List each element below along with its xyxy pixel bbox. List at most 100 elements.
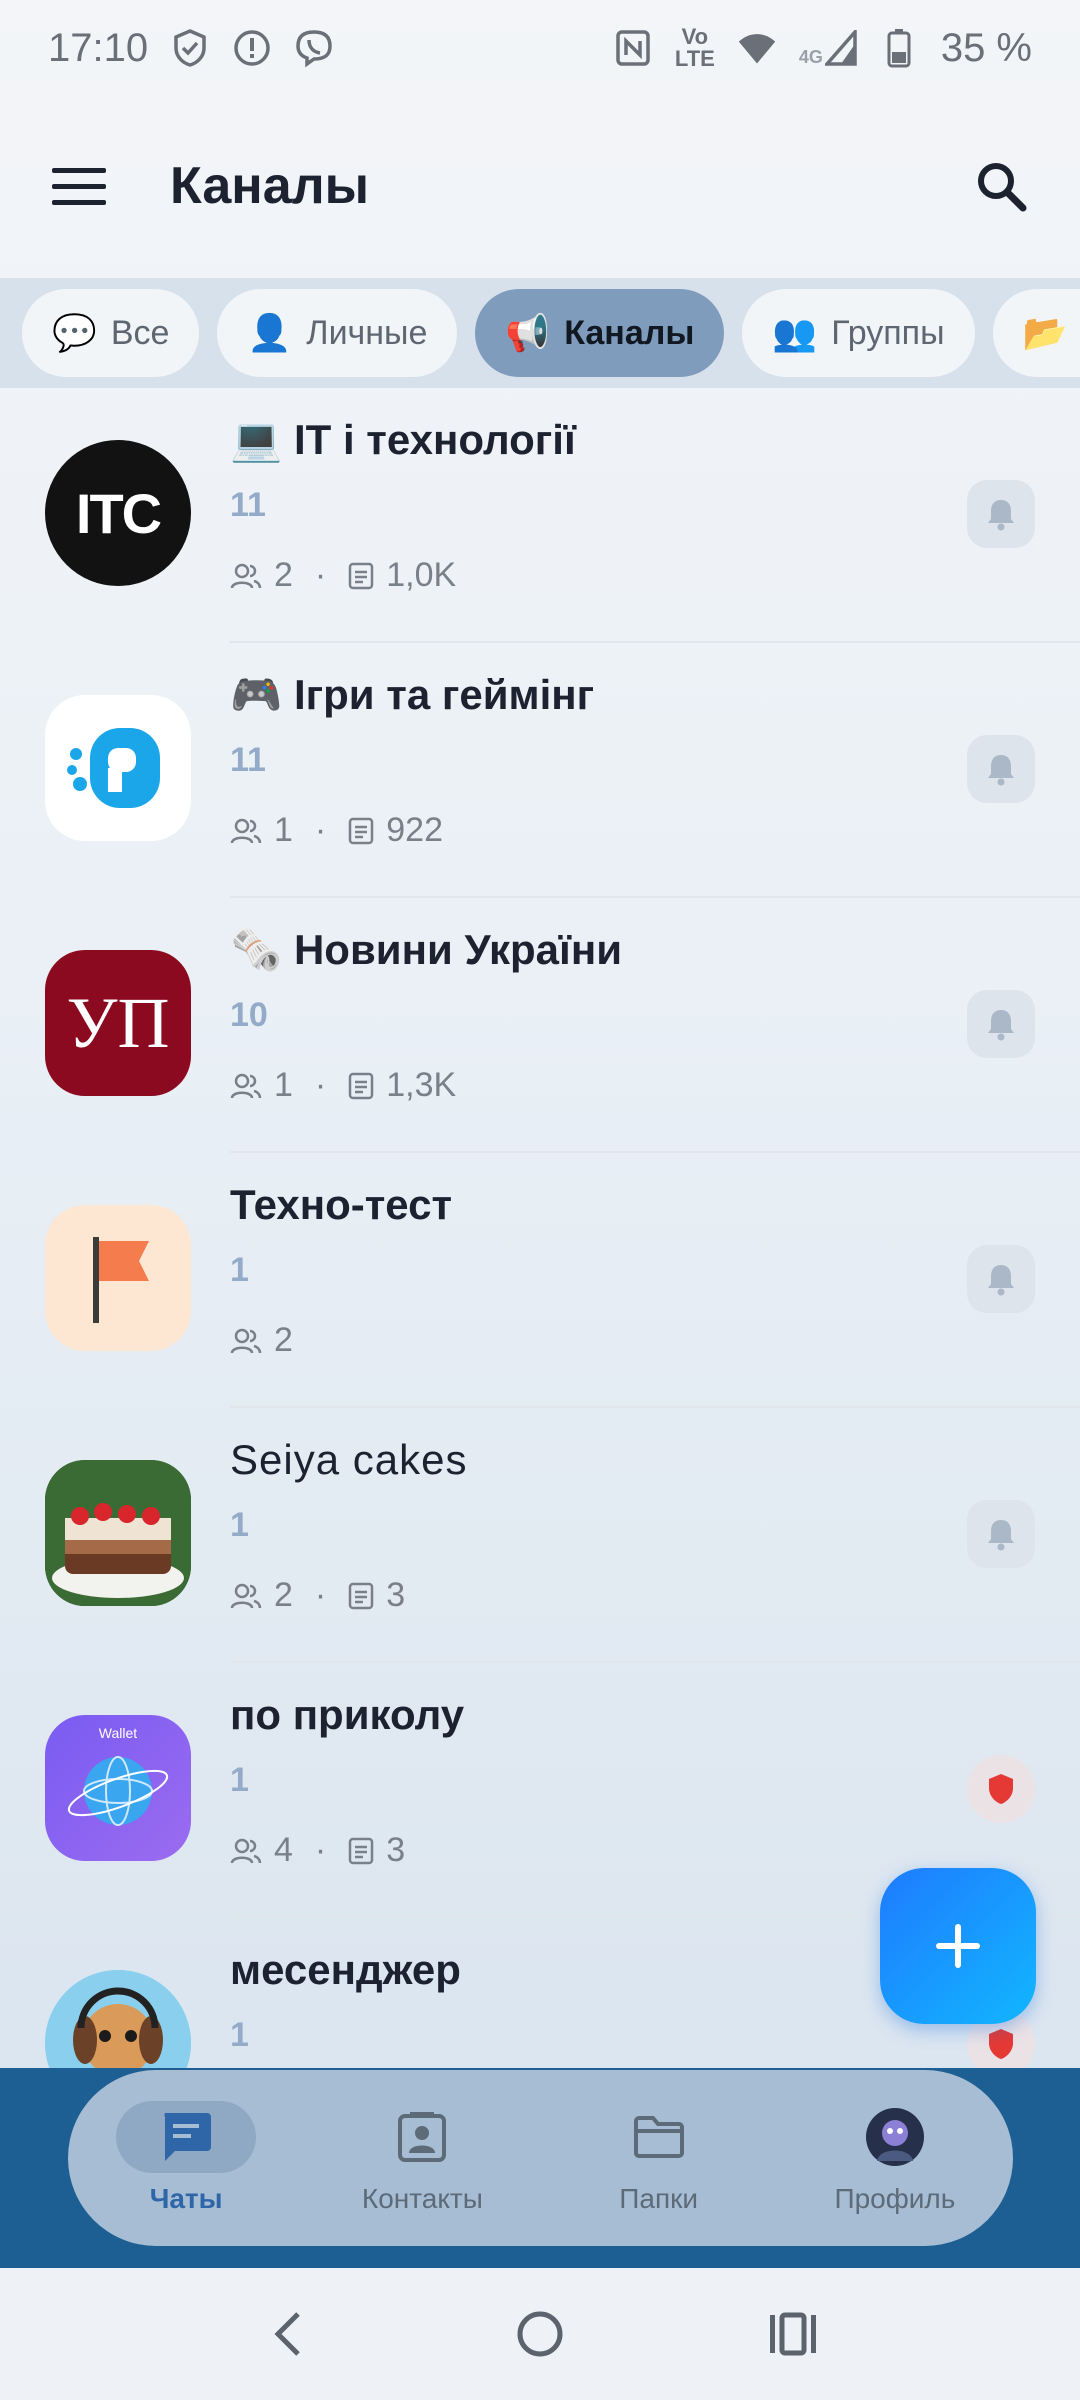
bell-icon[interactable] [967,1500,1035,1568]
shield-icon[interactable] [967,1755,1035,1823]
alert-icon [232,28,272,68]
battery-percent: 35 % [940,25,1032,70]
avatar [45,1205,191,1351]
channel-stats: 4 · 3 [230,1831,405,1870]
contacts-icon [352,2101,492,2173]
tab-folder[interactable]: 📂 те [992,289,1080,377]
posts-icon [349,1582,374,1609]
avatar: ITC [45,440,191,586]
profile-avatar [825,2101,965,2173]
unread-count: 1 [230,1761,249,1799]
folder-icon [589,2101,729,2173]
members-icon [230,1838,262,1863]
system-navigation-bar [0,2268,1080,2400]
posts-icon [349,1837,374,1864]
speech-bubble-icon: 💬 [52,312,97,353]
channel-name: Техно-тест [230,1181,453,1228]
tab-label: Группы [831,313,945,352]
shield-check-icon [170,28,210,68]
member-count: 2 [274,1576,293,1614]
new-chat-button[interactable] [880,1868,1036,2024]
viber-icon [294,28,334,68]
member-count: 4 [274,1831,293,1869]
list-item[interactable]: P 🎮 Ігри та геймінг 11 1 · 922 [0,643,1080,898]
signal-icon [824,30,857,66]
tab-groups[interactable]: 👥 Группы [742,289,975,377]
avatar [45,1460,191,1606]
members-icon [230,563,262,588]
bell-icon[interactable] [967,480,1035,548]
battery-icon [879,28,919,68]
volte-indicator: Vo LTE [674,24,715,71]
status-time: 17:10 [48,25,149,70]
nav-contacts[interactable]: Контакты [304,2070,540,2246]
member-count: 1 [274,811,293,849]
channel-stats: 1 · 922 [230,811,443,850]
channel-name: по приколу [230,1691,465,1738]
nfc-icon [613,28,653,68]
tab-channels[interactable]: 📢 Каналы [475,289,725,377]
filter-tabs: 💬 Все 👤 Личные 📢 Каналы 👥 Группы 📂 те [0,278,1080,388]
tab-all[interactable]: 💬 Все [22,289,200,377]
flag-icon [93,1237,149,1323]
unread-count: 10 [230,996,268,1034]
channel-stats: 1 · 1,3K [230,1066,456,1105]
megaphone-icon: 📢 [505,312,551,353]
member-count: 1 [274,1066,293,1104]
people-icon: 👥 [772,312,818,353]
member-count: 2 [274,1321,293,1359]
unread-count: 1 [230,1251,249,1289]
list-item[interactable]: ITC 💻 IT і технології 11 2 · 1,0K [0,388,1080,643]
channel-stats: 2 [230,1321,293,1360]
nav-folders[interactable]: Папки [541,2070,777,2246]
posts-icon [349,1072,374,1099]
tab-label: Все [110,313,170,352]
post-count: 1,3K [386,1066,457,1104]
members-icon [230,1583,262,1608]
bottom-navigation: Чаты Контакты Папки Профиль [68,2070,1013,2246]
folder-icon: 📂 [1022,312,1068,353]
nav-label: Профиль [834,2183,956,2214]
person-icon: 👤 [247,312,293,353]
channel-stats: 2 · 1,0K [230,556,456,595]
home-icon[interactable] [510,2304,570,2364]
globe-icon [67,1756,169,1826]
members-icon [230,1328,262,1353]
channel-name: 🎮 Ігри та геймінг [230,671,595,718]
game-logo-icon [67,728,160,808]
plus-icon [936,1924,980,1968]
status-bar: 17:10 Vo LTE 4G 35 % [0,0,1080,96]
unread-count: 11 [230,486,266,524]
top-app-bar: Каналы [0,96,1080,276]
chat-icon [116,2101,257,2173]
list-item[interactable]: УП 🗞️ Новини України 10 1 · 1,3K [0,898,1080,1153]
bell-icon[interactable] [967,735,1035,803]
tab-label: Личные [306,313,428,352]
unread-count: 11 [230,741,266,779]
member-count: 2 [274,556,293,594]
channel-name: месенджер [230,1946,461,1993]
avatar: УП [45,950,191,1096]
search-icon[interactable] [970,155,1032,217]
channel-stats: 2 · 3 [230,1576,405,1615]
avatar: P [45,695,191,841]
nav-label: Чаты [149,2183,223,2214]
signal-indicator: 4G [799,30,857,66]
channel-name: Seiya cakes [230,1436,468,1483]
bell-icon[interactable] [967,990,1035,1058]
channel-list: ITC 💻 IT і технології 11 2 · 1,0K 🎮 Ігри… [0,388,1080,2068]
menu-icon[interactable] [48,155,110,217]
unread-count: 1 [230,1506,249,1544]
avatar: Wallet [45,1715,191,1861]
post-count: 1,0K [386,556,457,594]
list-item[interactable]: Техно-тест 1 2 [0,1153,1080,1408]
list-item[interactable]: Seiya cakes 1 2 · 3 [0,1408,1080,1663]
recents-icon[interactable] [763,2304,823,2364]
nav-chats[interactable]: Чаты [68,2070,304,2246]
tab-personal[interactable]: 👤 Личные [217,289,458,377]
nav-profile[interactable]: Профиль [777,2070,1013,2246]
post-count: 922 [386,811,443,849]
bell-icon[interactable] [967,1245,1035,1313]
posts-icon [349,562,374,589]
back-icon[interactable] [257,2304,317,2364]
